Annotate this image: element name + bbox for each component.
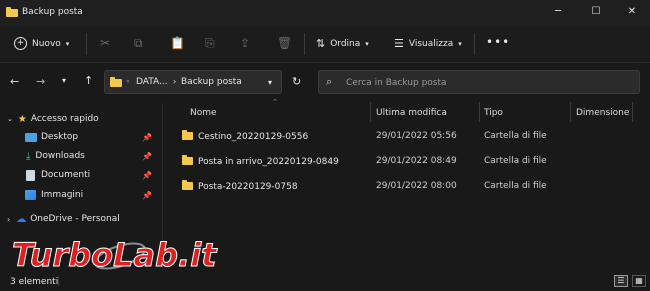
- cloud-icon: ☁: [16, 213, 27, 225]
- sidebar-item-label: Immagini: [41, 190, 84, 200]
- minimize-button[interactable]: ─: [540, 2, 576, 22]
- status-divider: [58, 276, 59, 286]
- pin-icon: 📌: [142, 151, 152, 161]
- forward-arrow-icon[interactable]: →: [36, 75, 45, 88]
- column-header-size[interactable]: Dimensione: [576, 108, 629, 122]
- folder-icon: [110, 77, 122, 87]
- search-placeholder: Cerca in Backup posta: [346, 78, 447, 88]
- view-button[interactable]: ☰ Visualizza ▾: [394, 37, 462, 50]
- details-view-icon[interactable]: ☰: [614, 275, 628, 287]
- close-button[interactable]: ✕: [614, 2, 650, 22]
- back-arrow-icon[interactable]: ←: [10, 75, 19, 88]
- file-type: Cartella di file: [484, 181, 547, 191]
- chevron-down-icon[interactable]: ⌄: [7, 115, 13, 123]
- item-count: 3 elementi: [10, 277, 59, 287]
- download-icon: ⤓: [26, 150, 31, 162]
- pin-icon: 📌: [142, 190, 152, 200]
- chevron-down-icon: ▾: [365, 39, 369, 48]
- tiles-view-icon[interactable]: ▦: [632, 275, 646, 287]
- copy-icon[interactable]: ⧉: [134, 36, 143, 51]
- sidebar-item-downloads[interactable]: ⤓ Downloads 📌: [0, 147, 160, 165]
- sidebar-item-quick-access[interactable]: ⌄ ★ Accesso rapido: [0, 110, 160, 128]
- column-header-name[interactable]: Nome: [190, 108, 217, 122]
- view-icon: ☰: [394, 37, 404, 50]
- sidebar-item-label: OneDrive - Personal: [30, 214, 120, 224]
- refresh-icon[interactable]: ↻: [292, 75, 301, 88]
- window-title: Backup posta: [22, 7, 83, 17]
- folder-icon: [182, 155, 193, 165]
- sidebar-item-label: Desktop: [41, 132, 79, 142]
- document-icon: [26, 169, 35, 181]
- paste-icon[interactable]: 📋: [170, 36, 185, 50]
- chevron-down-icon: ▾: [458, 39, 462, 48]
- svg-text:TurboLab.it: TurboLab.it: [12, 236, 218, 274]
- column-header-modified[interactable]: Ultima modifica: [376, 108, 447, 122]
- file-name-cell: Posta in arrivo_20220129-0849: [182, 155, 339, 167]
- file-modified: 29/01/2022 05:56: [376, 131, 457, 141]
- image-icon: [25, 190, 36, 200]
- breadcrumb-segment[interactable]: Backup posta: [181, 77, 242, 87]
- folder-icon: [6, 7, 18, 17]
- desktop-icon: [25, 132, 37, 142]
- share-icon[interactable]: ⇪: [240, 36, 250, 50]
- sidebar-item-pictures[interactable]: Immagini 📌: [0, 186, 160, 204]
- more-options-icon[interactable]: •••: [486, 35, 510, 49]
- rename-icon[interactable]: ⎘: [205, 36, 215, 51]
- sidebar-item-label: Accesso rapido: [30, 114, 99, 124]
- breadcrumb-segment[interactable]: DATA...: [136, 77, 168, 87]
- maximize-button[interactable]: ☐: [578, 2, 614, 22]
- file-type: Cartella di file: [484, 156, 547, 166]
- file-modified: 29/01/2022 08:00: [376, 181, 457, 191]
- table-row[interactable]: Cestino_20220129-0556 29/01/2022 05:56 C…: [176, 127, 636, 147]
- table-row[interactable]: Posta in arrivo_20220129-0849 29/01/2022…: [176, 152, 636, 172]
- cut-icon[interactable]: ✂: [100, 36, 110, 50]
- toolbar-divider: [474, 33, 475, 55]
- toolbar-divider: [304, 33, 305, 55]
- sort-button[interactable]: ⇅ Ordina ▾: [316, 37, 369, 50]
- pin-icon: 📌: [142, 170, 152, 180]
- file-name: Cestino_20220129-0556: [198, 132, 309, 142]
- column-divider[interactable]: [479, 102, 480, 122]
- chevron-down-icon: ▾: [65, 39, 70, 48]
- breadcrumb-overflow-icon[interactable]: «: [126, 78, 130, 85]
- column-divider[interactable]: [570, 102, 571, 122]
- column-divider[interactable]: [632, 102, 633, 122]
- sidebar-item-label: Documenti: [41, 170, 91, 180]
- recent-locations-chevron-icon[interactable]: ▾: [62, 76, 66, 85]
- file-modified: 29/01/2022 08:49: [376, 156, 457, 166]
- star-icon: ★: [17, 113, 27, 125]
- pin-icon: 📌: [142, 132, 152, 142]
- address-history-chevron-icon[interactable]: ▾: [268, 78, 272, 87]
- sidebar-item-label: Downloads: [35, 151, 85, 161]
- plus-circle-icon: +: [14, 37, 27, 50]
- new-button[interactable]: + Nuovo ▾: [14, 37, 69, 50]
- table-row[interactable]: Posta-20220129-0758 29/01/2022 08:00 Car…: [176, 177, 636, 197]
- breadcrumb-separator-icon: ›: [173, 77, 177, 86]
- status-bar: [0, 271, 650, 291]
- folder-icon: [182, 180, 193, 190]
- file-type: Cartella di file: [484, 131, 547, 141]
- file-name: Posta-20220129-0758: [198, 182, 298, 192]
- search-icon: ⌕: [326, 75, 333, 88]
- sort-icon: ⇅: [316, 37, 326, 50]
- delete-icon[interactable]: 🗑: [277, 36, 292, 50]
- toolbar-divider: [86, 33, 87, 55]
- sidebar-item-documents[interactable]: Documenti 📌: [0, 166, 160, 184]
- file-name-cell: Cestino_20220129-0556: [182, 130, 309, 142]
- up-arrow-icon[interactable]: ↑: [84, 74, 93, 87]
- column-header-type[interactable]: Tipo: [484, 108, 503, 122]
- sort-label: Ordina: [330, 38, 361, 49]
- folder-icon: [182, 130, 193, 140]
- view-label: Visualizza: [408, 38, 454, 49]
- file-name-cell: Posta-20220129-0758: [182, 180, 298, 192]
- column-divider[interactable]: [370, 102, 371, 122]
- chevron-right-icon[interactable]: ›: [7, 215, 10, 224]
- file-name: Posta in arrivo_20220129-0849: [198, 157, 339, 167]
- new-label: Nuovo: [32, 38, 61, 49]
- sidebar-item-desktop[interactable]: Desktop 📌: [0, 128, 160, 146]
- sort-ascending-icon: ⌃: [272, 98, 278, 106]
